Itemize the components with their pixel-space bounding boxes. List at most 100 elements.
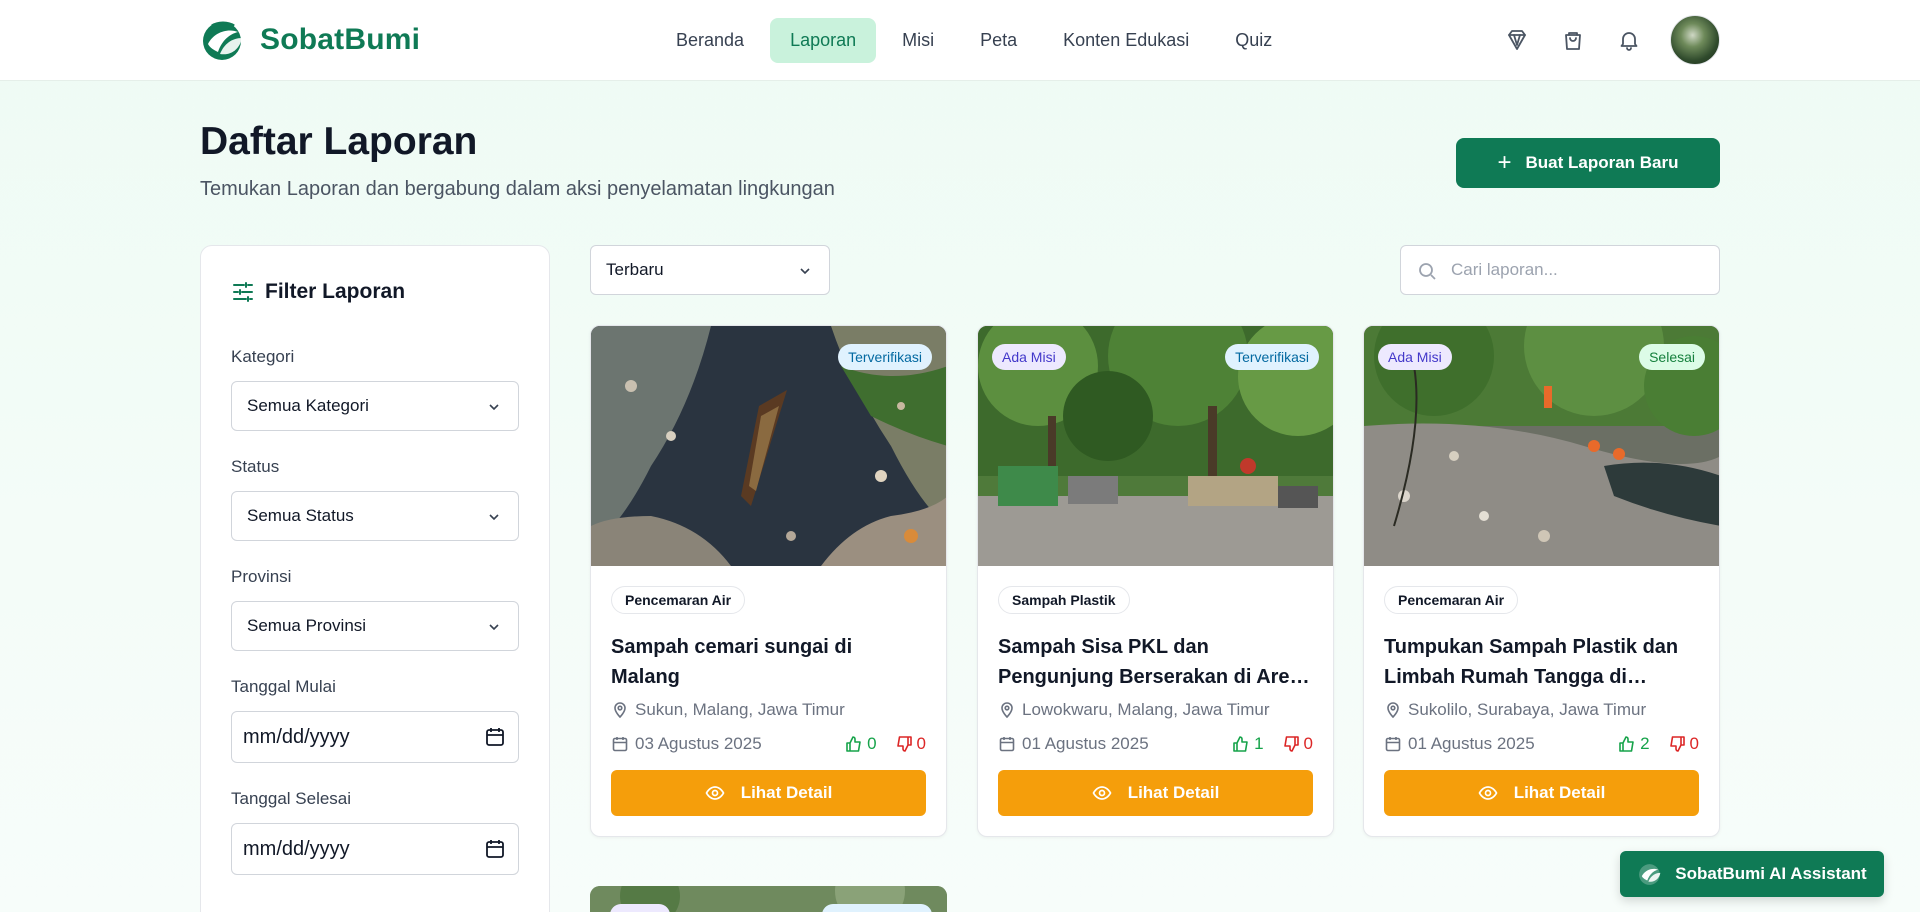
chevron-down-icon	[489, 514, 499, 521]
category-select[interactable]: Semua Kategori	[231, 381, 519, 431]
map-pin-icon	[1387, 702, 1399, 719]
start-date-input[interactable]: mm/dd/yyyy	[231, 711, 519, 763]
end-date-placeholder: mm/dd/yyyy	[243, 837, 350, 860]
brand-name: SobatBumi	[260, 23, 421, 56]
eye-icon	[1092, 786, 1112, 800]
like-button[interactable]: 2	[1618, 734, 1650, 754]
category-label: Kategori	[231, 347, 295, 366]
sort-value: Terbaru	[606, 260, 664, 279]
report-card[interactable]: Terverifikasi Pencemaran Air Sampah cema…	[590, 325, 947, 837]
view-detail-button[interactable]: Lihat Detail	[998, 770, 1313, 816]
map-pin-icon	[614, 702, 626, 719]
brand[interactable]: SobatBumi	[200, 18, 420, 62]
report-card-partial[interactable]	[590, 886, 947, 912]
report-meta: 01 Agustus 2025 1 0	[998, 734, 1313, 754]
status-value: Semua Status	[247, 506, 354, 525]
report-photo: Ada Misi Selesai	[1364, 326, 1719, 566]
status-label: Status	[231, 457, 280, 476]
nav-peta[interactable]: Peta	[960, 18, 1037, 63]
location-text: Lowokwaru, Malang, Jawa Timur	[1022, 700, 1270, 719]
view-detail-button[interactable]: Lihat Detail	[1384, 770, 1699, 816]
main-nav: Beranda Laporan Misi Peta Konten Edukasi…	[656, 18, 1292, 63]
end-date-input[interactable]: mm/dd/yyyy	[231, 823, 519, 875]
status-badge: Terverifikasi	[1225, 344, 1319, 370]
report-date: 01 Agustus 2025	[998, 734, 1232, 754]
view-detail-button[interactable]: Lihat Detail	[611, 770, 926, 816]
user-avatar[interactable]	[1670, 15, 1720, 65]
badge-medal-icon[interactable]	[1502, 25, 1532, 55]
like-button[interactable]: 0	[845, 734, 877, 754]
status-badge: Selesai	[1639, 344, 1705, 370]
filter-panel: Filter Laporan Kategori Semua Kategori S…	[200, 245, 550, 912]
report-card[interactable]: Ada Misi Terverifikasi Sampah Plastik Sa…	[977, 325, 1334, 837]
plus-icon: +	[1497, 149, 1512, 176]
filter-title-text: Filter Laporan	[265, 280, 406, 303]
like-button[interactable]: 1	[1232, 734, 1264, 754]
report-title[interactable]: Sampah cemari sungai di Malang	[611, 632, 926, 692]
create-report-button[interactable]: + Buat Laporan Baru	[1456, 138, 1720, 188]
search-icon	[1419, 263, 1436, 280]
nav-beranda[interactable]: Beranda	[656, 18, 764, 63]
report-photo: Ada Misi Terverifikasi	[978, 326, 1333, 566]
report-photo: Terverifikasi	[591, 326, 946, 566]
search-input[interactable]: Cari laporan...	[1400, 245, 1720, 295]
report-title[interactable]: Sampah Sisa PKL dan Pengunjung Berseraka…	[998, 632, 1313, 692]
report-title[interactable]: Tumpukan Sampah Plastik dan Limbah Rumah…	[1384, 632, 1699, 692]
date-text: 01 Agustus 2025	[1408, 734, 1535, 753]
report-meta: 03 Agustus 2025 0 0	[611, 734, 926, 754]
calendar-icon	[486, 840, 504, 858]
earth-leaf-logo-icon	[1639, 864, 1661, 885]
nav-misi[interactable]: Misi	[882, 18, 954, 63]
thumbs-up-icon	[1233, 736, 1248, 752]
status-select[interactable]: Semua Status	[231, 491, 519, 541]
date-text: 03 Agustus 2025	[635, 734, 762, 753]
map-pin-icon	[1001, 702, 1013, 719]
report-location: Sukun, Malang, Jawa Timur	[611, 700, 926, 720]
dislike-button[interactable]: 0	[895, 734, 926, 754]
location-text: Sukolilo, Surabaya, Jawa Timur	[1408, 700, 1647, 719]
category-tag: Sampah Plastik	[998, 586, 1130, 614]
start-date-placeholder: mm/dd/yyyy	[243, 725, 350, 748]
nav-konten-edukasi[interactable]: Konten Edukasi	[1043, 18, 1209, 63]
date-text: 01 Agustus 2025	[1022, 734, 1149, 753]
search-placeholder: Cari laporan...	[1451, 260, 1558, 279]
ai-assistant-button[interactable]: SobatBumi AI Assistant	[1620, 851, 1884, 897]
sort-select[interactable]: Terbaru	[590, 245, 830, 295]
report-card[interactable]: Ada Misi Selesai Pencemaran Air Tumpukan…	[1363, 325, 1720, 837]
nav-quiz[interactable]: Quiz	[1215, 18, 1292, 63]
shopping-bag-icon[interactable]	[1558, 25, 1588, 55]
thumbs-down-icon	[1283, 736, 1299, 752]
thumbs-up-icon	[1619, 736, 1634, 752]
calendar-icon	[486, 728, 504, 746]
dislike-button[interactable]: 0	[1668, 734, 1699, 754]
top-navbar: SobatBumi Beranda Laporan Misi Peta Kont…	[0, 0, 1920, 81]
dislike-count: 0	[916, 734, 926, 753]
calendar-icon	[1385, 737, 1401, 752]
nav-laporan[interactable]: Laporan	[770, 18, 877, 63]
report-date: 03 Agustus 2025	[611, 734, 845, 754]
report-meta: 01 Agustus 2025 2 0	[1384, 734, 1699, 754]
chevron-down-icon	[489, 404, 499, 411]
like-count: 2	[1640, 734, 1650, 753]
chevron-down-icon	[800, 268, 810, 275]
calendar-icon	[999, 737, 1015, 752]
dislike-count: 0	[1303, 734, 1313, 753]
view-detail-label: Lihat Detail	[1127, 783, 1220, 802]
end-date-label: Tanggal Selesai	[231, 789, 352, 808]
category-tag: Pencemaran Air	[1384, 586, 1519, 614]
start-date-label: Tanggal Mulai	[231, 677, 336, 696]
page-title: Daftar Laporan	[200, 120, 478, 163]
thumbs-down-icon	[1669, 736, 1685, 752]
bell-icon[interactable]	[1614, 25, 1644, 55]
category-tag: Pencemaran Air	[611, 586, 746, 614]
thumbs-up-icon	[846, 736, 861, 752]
dislike-button[interactable]: 0	[1282, 734, 1313, 754]
report-location: Sukolilo, Surabaya, Jawa Timur	[1384, 700, 1699, 720]
page-subtitle: Temukan Laporan dan bergabung dalam aksi…	[200, 178, 835, 200]
mission-badge: Ada Misi	[992, 344, 1066, 370]
province-select[interactable]: Semua Provinsi	[231, 601, 519, 651]
view-detail-label: Lihat Detail	[740, 783, 833, 802]
calendar-icon	[612, 737, 628, 752]
like-count: 0	[867, 734, 877, 753]
report-location: Lowokwaru, Malang, Jawa Timur	[998, 700, 1313, 720]
